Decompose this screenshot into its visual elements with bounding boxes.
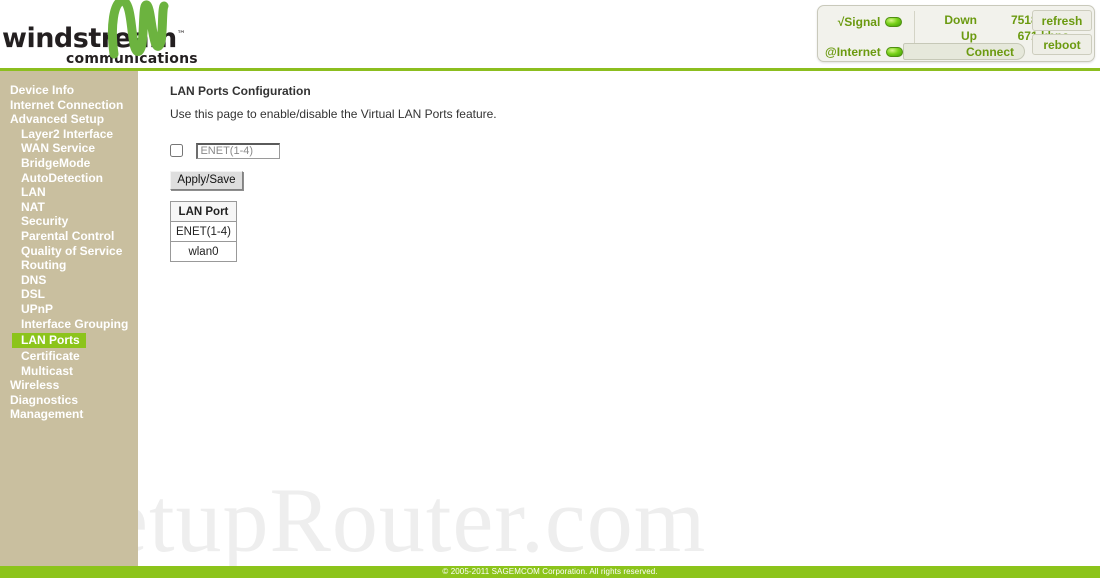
sidebar-item-bridgemode[interactable]: BridgeMode (0, 156, 138, 171)
table-row: wlan0 (170, 241, 237, 262)
sidebar-item-nat[interactable]: NAT (0, 200, 138, 215)
table-header-lan-port: LAN Port (170, 201, 237, 222)
brand-logo: windstream™ communications (0, 0, 300, 70)
signal-status: √Signal (826, 13, 914, 31)
sidebar-item-routing[interactable]: Routing (0, 258, 138, 273)
vlan-enable-checkbox[interactable] (170, 144, 183, 158)
sidebar-item-multicast[interactable]: Multicast (0, 364, 138, 379)
sidebar-item-advanced-setup[interactable]: Advanced Setup (0, 112, 138, 127)
table-cell-lan-port: ENET(1-4) (170, 221, 237, 242)
page-description: Use this page to enable/disable the Virt… (170, 107, 497, 121)
signal-label: √Signal (837, 14, 881, 29)
sidebar-navigation: Device Info Internet Connection Advanced… (0, 71, 138, 566)
sidebar-item-dsl[interactable]: DSL (0, 287, 138, 302)
sidebar-item-wan-service[interactable]: WAN Service (0, 141, 138, 156)
vlan-port-input[interactable] (196, 142, 281, 159)
page-title: LAN Ports Configuration (170, 84, 311, 98)
lan-port-table: LAN Port ENET(1-4) wlan0 (170, 201, 237, 262)
sidebar-item-layer2-interface[interactable]: Layer2 Interface (0, 127, 138, 142)
rate-name-down: Down (944, 13, 977, 27)
page-footer: © 2005-2011 SAGEMCOM Corporation. All ri… (0, 566, 1100, 578)
sidebar-item-internet-connection[interactable]: Internet Connection (0, 98, 138, 113)
sidebar-item-security[interactable]: Security (0, 214, 138, 229)
sidebar-item-interface-grouping[interactable]: Interface Grouping (0, 317, 138, 332)
refresh-button[interactable]: refresh (1032, 10, 1092, 31)
sidebar-item-dns[interactable]: DNS (0, 273, 138, 288)
vlan-enable-row (170, 142, 281, 160)
connect-label: Connect (966, 45, 1014, 59)
sidebar-item-device-info[interactable]: Device Info (0, 83, 138, 98)
apply-save-button[interactable]: Apply/Save (170, 171, 243, 190)
sidebar-item-lan[interactable]: LAN (0, 185, 138, 200)
sidebar-item-parental-control[interactable]: Parental Control (0, 229, 138, 244)
rate-name-up: Up (961, 29, 977, 43)
sidebar-item-wireless[interactable]: Wireless (0, 378, 138, 393)
internet-label: @Internet (825, 45, 881, 59)
internet-led-icon (886, 47, 903, 57)
sidebar-item-quality-of-service[interactable]: Quality of Service (0, 244, 138, 259)
status-panel: √Signal Down 7518 kbps Up 671 kbps @Inte… (817, 5, 1095, 62)
signal-led-icon (885, 16, 903, 27)
table-cell-lan-port: wlan0 (170, 241, 237, 262)
connect-bar[interactable]: Connect (903, 43, 1025, 60)
reboot-button[interactable]: reboot (1032, 34, 1092, 55)
page-header: windstream™ communications √Signal Down … (0, 0, 1100, 71)
sidebar-item-upnp[interactable]: UPnP (0, 302, 138, 317)
sidebar-item-management[interactable]: Management (0, 407, 138, 422)
header-button-stack: refresh reboot (1032, 10, 1092, 58)
table-header-row: LAN Port (170, 201, 237, 222)
copyright-text: © 2005-2011 SAGEMCOM Corporation. All ri… (442, 567, 658, 576)
main-content: LAN Ports Configuration Use this page to… (138, 71, 1100, 566)
sidebar-item-certificate[interactable]: Certificate (0, 349, 138, 364)
windstream-wave-logo-icon (107, 0, 169, 59)
sidebar-item-lan-ports[interactable]: LAN Ports (12, 333, 86, 348)
table-row: ENET(1-4) (170, 221, 237, 242)
sidebar-item-diagnostics[interactable]: Diagnostics (0, 393, 138, 408)
internet-status: @Internet Connect (821, 43, 1031, 61)
sidebar-item-autodetection[interactable]: AutoDetection (0, 171, 138, 186)
